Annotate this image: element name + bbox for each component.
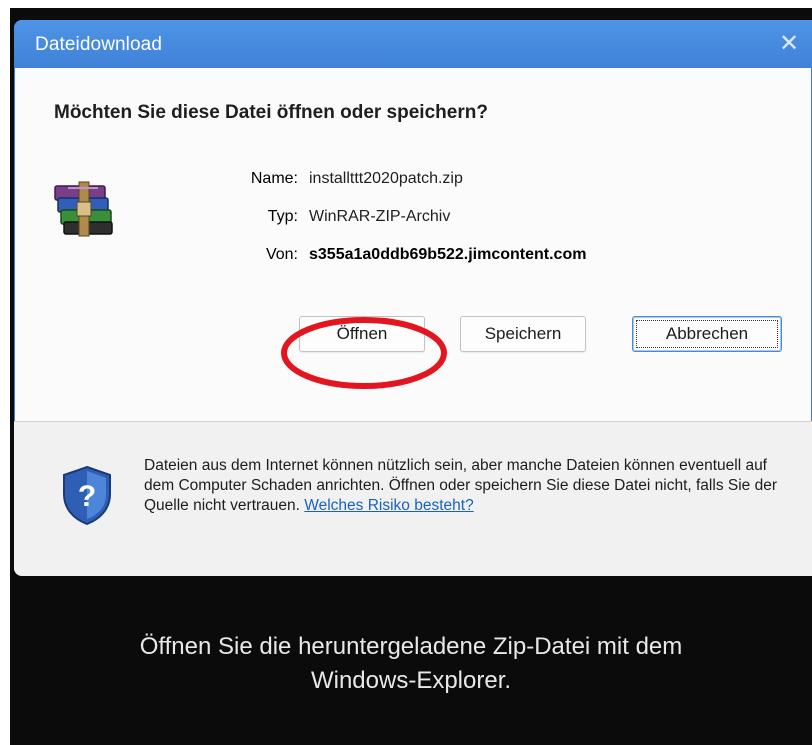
- winrar-archive-icon: [54, 181, 113, 237]
- dialog-title: Dateidownload: [35, 34, 162, 55]
- shield-question-icon: ?: [63, 465, 111, 526]
- dialog-question: Möchten Sie diese Datei öffnen oder spei…: [54, 102, 488, 123]
- cancel-button[interactable]: Abbrechen: [632, 316, 782, 352]
- file-name-value: installttt2020patch.zip: [309, 170, 463, 187]
- file-source-label: Von:: [265, 246, 298, 263]
- focus-indicator: [636, 320, 778, 348]
- file-source-value: s355a1a0ddb69b522.jimcontent.com: [309, 246, 587, 263]
- file-download-dialog: Dateidownload ✕ Möchten Sie diese Datei …: [14, 20, 812, 576]
- close-button[interactable]: ✕: [766, 20, 812, 68]
- instruction-caption: Öffnen Sie die heruntergeladene Zip-Date…: [10, 630, 812, 698]
- security-warning-text: Dateien aus dem Internet können nützlich…: [144, 456, 784, 516]
- caption-line-2: Windows-Explorer.: [310, 667, 512, 694]
- file-type-label: Typ:: [267, 208, 298, 225]
- file-type-value: WinRAR-ZIP-Archiv: [309, 208, 451, 225]
- title-bar: Dateidownload ✕: [14, 20, 812, 68]
- svg-text:?: ?: [78, 480, 96, 513]
- save-button[interactable]: Speichern: [460, 316, 586, 352]
- caption-line-1: Öffnen Sie die heruntergeladene Zip-Date…: [139, 633, 683, 660]
- highlight-ellipse: [281, 317, 447, 389]
- file-name-label: Name:: [250, 170, 298, 187]
- risk-info-link[interactable]: Welches Risiko besteht?: [304, 497, 473, 514]
